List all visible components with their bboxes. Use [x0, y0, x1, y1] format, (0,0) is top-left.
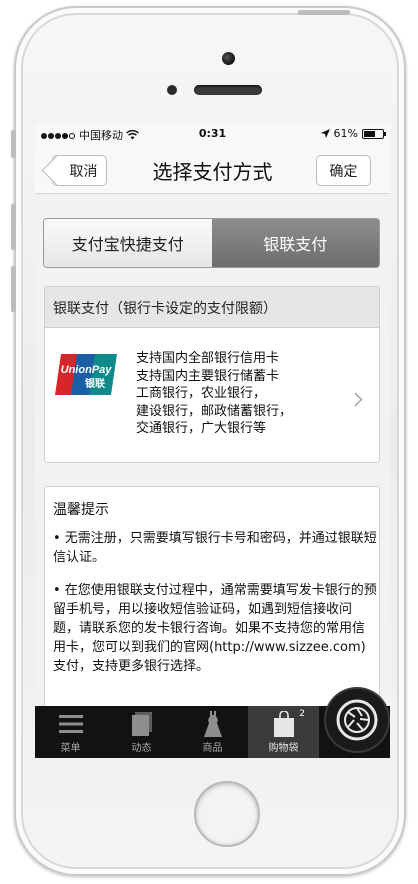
supported-banks-line: 交通银行，广大银行等 — [136, 421, 267, 436]
shopping-bag-icon — [273, 711, 294, 737]
feed-icon — [131, 712, 152, 736]
tab-label: 动态 — [131, 743, 152, 754]
dress-icon — [203, 711, 222, 737]
supported-banks-line: 支持国内全部银行信用卡 — [136, 351, 280, 366]
tab-label: 购物袋 — [268, 743, 299, 754]
tips-paragraph: • 在您使用银联支付过程中，通常需要填写发卡银行的预留手机号，用以接收短信验证码… — [53, 583, 377, 674]
battery-percent: 61% — [333, 127, 358, 140]
camera-button[interactable] — [326, 689, 388, 751]
tab-products[interactable]: 商品 — [177, 706, 248, 758]
tab-alipay-quick-pay[interactable]: 支付宝快捷支付 — [44, 219, 212, 267]
supported-banks-list: 支持国内全部银行信用卡 支持国内主要银行储蓄卡 工商银行，农业银行， 建设银行，… — [136, 350, 292, 438]
supported-banks-line: 建设银行，邮政储蓄银行， — [136, 403, 293, 419]
battery-icon — [362, 128, 386, 139]
volume-up-button — [11, 204, 16, 250]
navigation-bar: 取消 选择支付方式 确定 — [35, 144, 390, 194]
tab-label: 商品 — [202, 743, 223, 754]
unionpay-logo-icon: UnionPay 银联 — [55, 354, 117, 395]
supported-banks-line: 支持国内主要银行储蓄卡 — [136, 368, 280, 384]
screen: 中国移动 0:31 61% 取消 选择支付方式 确定 支付宝快捷支付 银联支付 … — [35, 124, 390, 758]
confirm-button[interactable]: 确定 — [316, 155, 371, 186]
tips-card: 温馨提示 • 无需注册，只需要填写银行卡号和密码，并通过银联短信认证。 • 在您… — [44, 486, 380, 726]
cancel-button-label: 取消 — [69, 163, 98, 180]
tab-shopping-bag[interactable]: 2 购物袋 — [248, 706, 319, 758]
location-arrow-icon — [320, 129, 330, 138]
menu-icon — [58, 715, 83, 733]
unionpay-card-header: 银联支付（银行卡设定的支付限额） — [45, 287, 379, 328]
front-camera — [222, 52, 235, 65]
volume-down-button — [11, 266, 16, 312]
camera-shutter-icon — [336, 699, 378, 741]
status-bar: 中国移动 0:31 61% — [35, 124, 390, 144]
mute-switch — [11, 130, 16, 158]
supported-banks-line: 工商银行，农业银行， — [136, 386, 267, 401]
cart-count-badge: 2 — [299, 709, 305, 719]
home-button[interactable] — [194, 781, 260, 847]
tab-unionpay[interactable]: 银联支付 — [211, 219, 379, 267]
power-button — [298, 10, 350, 15]
chevron-right-icon — [354, 392, 363, 407]
earpiece-speaker — [194, 85, 262, 95]
battery-fill — [364, 130, 375, 137]
unionpay-logo-text-cn: 银联 — [85, 377, 105, 390]
tips-title: 温馨提示 — [53, 502, 109, 518]
tips-paragraph: • 无需注册，只需要填写银行卡号和密码，并通过银联短信认证。 — [53, 531, 377, 565]
unionpay-option-card[interactable]: 银联支付（银行卡设定的支付限额） UnionPay 银联 支持国内全部银行信用卡… — [44, 286, 380, 463]
tab-menu[interactable]: 菜单 — [35, 706, 106, 758]
unionpay-logo-text: UnionPay — [61, 364, 113, 376]
payment-method-segmented-control: 支付宝快捷支付 银联支付 — [43, 218, 380, 268]
tab-label: 菜单 — [60, 743, 81, 754]
tab-feed[interactable]: 动态 — [106, 706, 177, 758]
proximity-sensor — [167, 85, 177, 95]
